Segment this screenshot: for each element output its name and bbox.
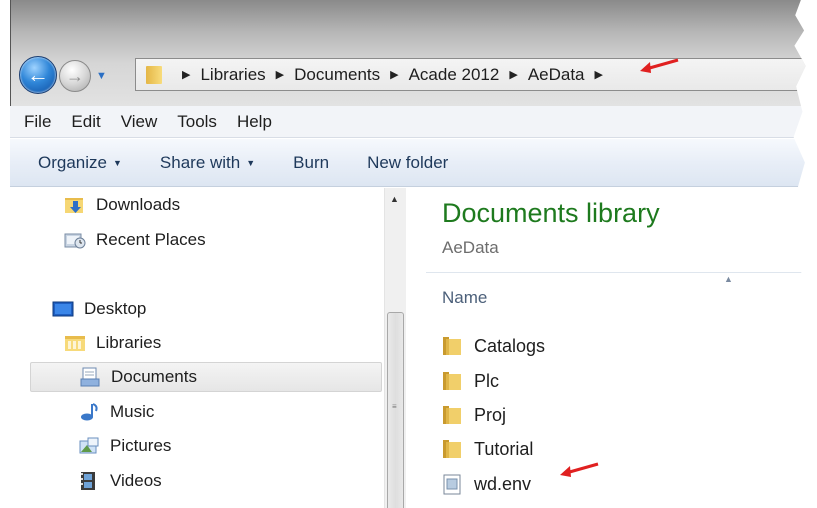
navigation-buttons: ← → ▼ — [19, 56, 147, 96]
nav-label-documents: Documents — [111, 367, 197, 386]
file-name: Plc — [474, 370, 500, 391]
annotation-arrow-icon — [640, 58, 679, 73]
file-icon — [443, 474, 461, 495]
new-folder-button[interactable]: New folder — [367, 153, 448, 173]
content-pane: Documents library AeData ▲ Name Catalogs… — [406, 188, 807, 508]
libraries-icon — [65, 336, 85, 351]
menu-bar: File Edit View Tools Help — [10, 106, 807, 138]
nav-item-pictures[interactable]: Pictures — [78, 431, 171, 461]
forward-button[interactable]: → — [59, 60, 91, 92]
menu-file[interactable]: File — [24, 112, 51, 132]
content-divider — [426, 272, 807, 273]
nav-pane-scrollbar[interactable]: ▲ ≡ — [384, 188, 406, 508]
nav-item-desktop[interactable]: Desktop — [52, 294, 146, 324]
file-name: Tutorial — [474, 438, 534, 459]
nav-label-desktop: Desktop — [84, 299, 147, 318]
column-header-name[interactable]: Name — [442, 288, 487, 308]
grip-icon: ≡ — [392, 402, 397, 411]
menu-tools[interactable]: Tools — [177, 112, 217, 132]
file-item-wd-env[interactable]: wd.env — [442, 469, 531, 499]
pictures-icon — [79, 437, 99, 454]
organize-button[interactable]: Organize ▼ — [38, 153, 122, 173]
nav-label-downloads: Downloads — [96, 195, 181, 214]
nav-item-downloads[interactable]: Downloads — [64, 190, 180, 220]
burn-label: Burn — [293, 152, 330, 172]
library-title: Documents library — [442, 198, 660, 228]
folder-icon — [443, 337, 461, 355]
breadcrumb-separator[interactable]: ▶ — [509, 68, 517, 81]
menu-view[interactable]: View — [121, 112, 158, 132]
file-item-proj[interactable]: Proj — [442, 400, 506, 430]
breadcrumb-aedata[interactable]: AeData — [528, 65, 585, 85]
breadcrumb-acade-2012[interactable]: Acade 2012 — [409, 65, 500, 85]
navigation-pane: Downloads Recent Places Desktop Librarie… — [10, 188, 406, 508]
breadcrumb-libraries[interactable]: Libraries — [200, 65, 265, 85]
file-item-plc[interactable]: Plc — [442, 366, 499, 396]
back-button[interactable]: ← — [19, 56, 57, 94]
new-folder-label: New folder — [367, 152, 449, 172]
nav-item-videos[interactable]: Videos — [78, 466, 162, 496]
sort-ascending-icon: ▲ — [724, 274, 733, 284]
chevron-down-icon: ▼ — [112, 157, 122, 168]
recent-places-icon — [64, 233, 86, 249]
share-with-button[interactable]: Share with ▼ — [160, 153, 255, 173]
library-subtitle: AeData — [442, 238, 499, 257]
file-item-tutorial[interactable]: Tutorial — [442, 434, 533, 464]
menu-help[interactable]: Help — [237, 112, 272, 132]
breadcrumb-separator[interactable]: ▶ — [595, 68, 603, 81]
burn-button[interactable]: Burn — [293, 153, 329, 173]
menu-edit[interactable]: Edit — [71, 112, 100, 132]
annotation-arrow-icon — [560, 462, 599, 477]
nav-label-music: Music — [110, 402, 155, 421]
address-bar[interactable]: ▶ Libraries ▶ Documents ▶ Acade 2012 ▶ A… — [135, 58, 807, 91]
file-item-catalogs[interactable]: Catalogs — [442, 331, 545, 361]
chevron-down-icon: ▼ — [246, 157, 256, 168]
nav-item-recent-places[interactable]: Recent Places — [64, 225, 206, 255]
nav-label-videos: Videos — [110, 471, 162, 490]
explorer-window: ← → ▼ ▶ Libraries ▶ Documents ▶ Acade 20… — [10, 0, 807, 508]
nav-label-pictures: Pictures — [110, 436, 172, 455]
downloads-folder-icon — [65, 198, 83, 213]
nav-label-libraries: Libraries — [96, 333, 162, 352]
window-titlebar: ← → ▼ ▶ Libraries ▶ Documents ▶ Acade 20… — [10, 0, 807, 106]
scroll-thumb[interactable]: ≡ — [387, 312, 404, 508]
organize-label: Organize — [38, 152, 107, 172]
command-toolbar: Organize ▼ Share with ▼ Burn New folder — [10, 139, 807, 187]
scroll-up-icon[interactable]: ▲ — [390, 194, 399, 204]
file-name: Catalogs — [474, 335, 546, 356]
nav-item-music[interactable]: Music — [78, 397, 154, 427]
folder-icon — [146, 65, 162, 84]
documents-library-icon — [80, 367, 100, 387]
nav-item-libraries[interactable]: Libraries — [64, 328, 161, 358]
back-arrow-icon: ← — [27, 62, 49, 87]
videos-icon — [81, 472, 95, 490]
breadcrumb-separator[interactable]: ▶ — [182, 68, 190, 81]
file-name: Proj — [474, 404, 507, 425]
nav-label-recent-places: Recent Places — [96, 230, 206, 249]
breadcrumb-separator[interactable]: ▶ — [276, 68, 284, 81]
folder-icon — [443, 440, 461, 458]
folder-icon — [443, 406, 461, 424]
breadcrumb-separator[interactable]: ▶ — [390, 68, 398, 81]
desktop-icon — [52, 301, 74, 317]
breadcrumb-documents[interactable]: Documents — [294, 65, 380, 85]
folder-icon — [443, 372, 461, 390]
history-dropdown-icon[interactable]: ▼ — [96, 70, 110, 82]
share-with-label: Share with — [159, 152, 241, 172]
nav-item-documents[interactable]: Documents — [30, 362, 382, 392]
forward-arrow-icon: → — [66, 65, 84, 86]
file-name: wd.env — [474, 473, 532, 494]
music-icon — [81, 403, 98, 421]
